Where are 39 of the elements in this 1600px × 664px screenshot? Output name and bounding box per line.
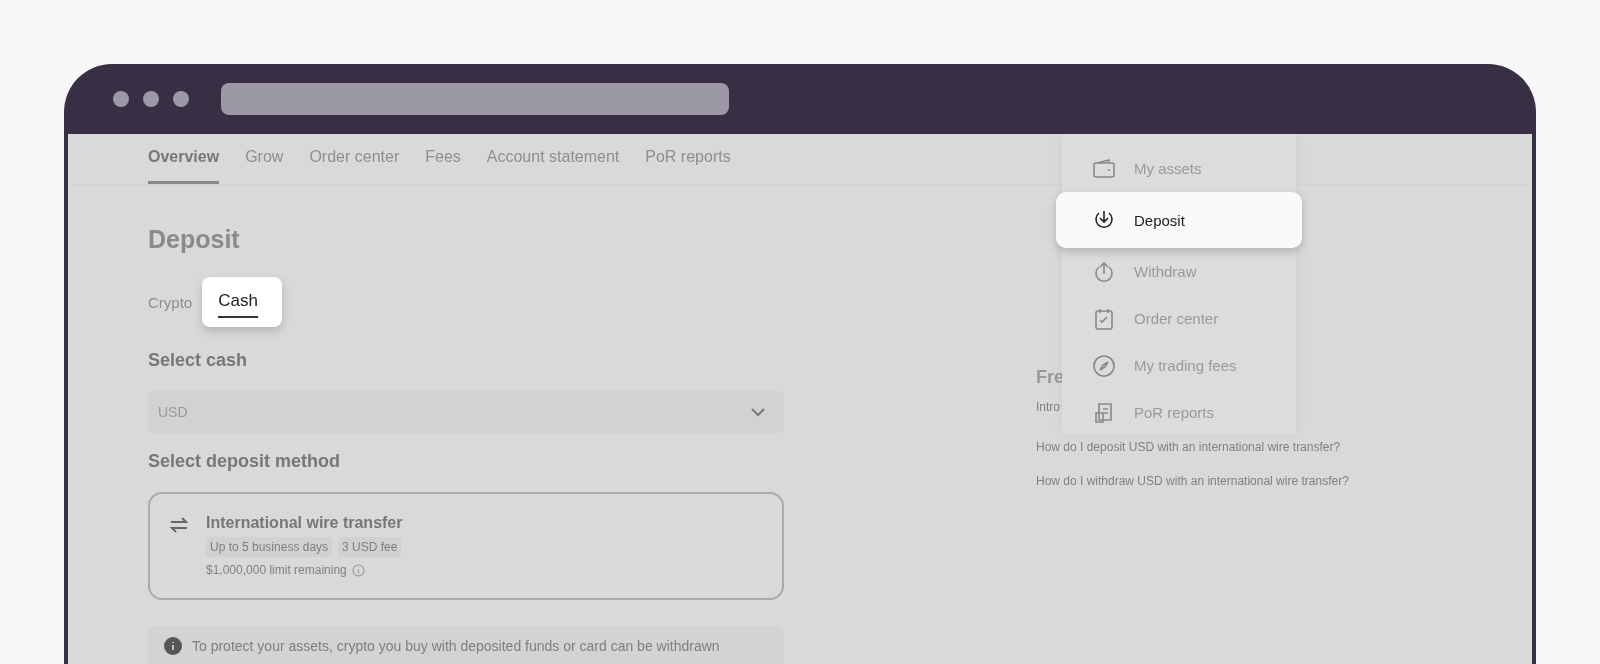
menu-item[interactable]: My trading fees bbox=[1062, 342, 1296, 389]
compass-icon bbox=[1092, 353, 1116, 378]
address-bar[interactable] bbox=[221, 83, 729, 115]
section-label: Select deposit method bbox=[148, 451, 342, 472]
method-tag: 3 USD fee bbox=[338, 537, 402, 557]
nav-tab[interactable]: Order center bbox=[309, 134, 400, 184]
info-icon[interactable] bbox=[351, 563, 365, 577]
window-dot-icon bbox=[143, 91, 159, 107]
menu-item[interactable]: Withdraw bbox=[1062, 248, 1296, 295]
faq-title: Fre bbox=[1036, 367, 1062, 388]
type-tab[interactable]: Cash bbox=[202, 277, 282, 327]
section-label: Select cash bbox=[148, 350, 249, 371]
method-title: International wire transfer bbox=[206, 514, 403, 532]
limit-text: $1,000,000 limit remaining bbox=[206, 563, 347, 577]
nav-tab[interactable]: Account statement bbox=[486, 134, 620, 184]
chevron-down-icon bbox=[750, 407, 766, 417]
faq-link[interactable]: Intro bbox=[1036, 400, 1060, 414]
deposit-method-card[interactable]: International wire transfer Up to 5 business days 3 USD fee $1,000,000 limit remaining bbox=[148, 492, 784, 600]
nav-tab[interactable]: Grow bbox=[245, 134, 284, 184]
nav-tab[interactable]: Fees bbox=[425, 134, 461, 184]
menu-item[interactable]: Deposit bbox=[1056, 192, 1302, 248]
faq-link[interactable]: How do I deposit USD with an international wire transfer? bbox=[1036, 440, 1349, 454]
wallet-icon bbox=[1092, 156, 1116, 181]
upload-icon bbox=[1092, 259, 1116, 284]
window-dot-icon bbox=[113, 91, 129, 107]
notice-text: To protect your assets, crypto you buy with deposited funds or card can be withdrawn bbox=[192, 638, 720, 654]
menu-item[interactable]: Order center bbox=[1062, 295, 1296, 342]
menu-item[interactable]: PoR reports bbox=[1062, 389, 1296, 436]
clipboard-icon bbox=[1092, 306, 1116, 331]
nav-tab[interactable]: PoR reports bbox=[645, 134, 731, 184]
nav-tab[interactable]: Overview bbox=[148, 134, 220, 184]
type-tab[interactable]: Crypto bbox=[148, 293, 193, 311]
window-dot-icon bbox=[173, 91, 189, 107]
currency-select[interactable]: USD bbox=[148, 391, 784, 433]
info-icon bbox=[164, 637, 182, 655]
faq-link[interactable]: How do I withdraw USD with an international wire transfer? bbox=[1036, 474, 1349, 488]
page-title: Deposit bbox=[148, 225, 241, 254]
method-tag: Up to 5 business days bbox=[206, 537, 333, 557]
menu-item[interactable]: My assets bbox=[1062, 145, 1296, 192]
